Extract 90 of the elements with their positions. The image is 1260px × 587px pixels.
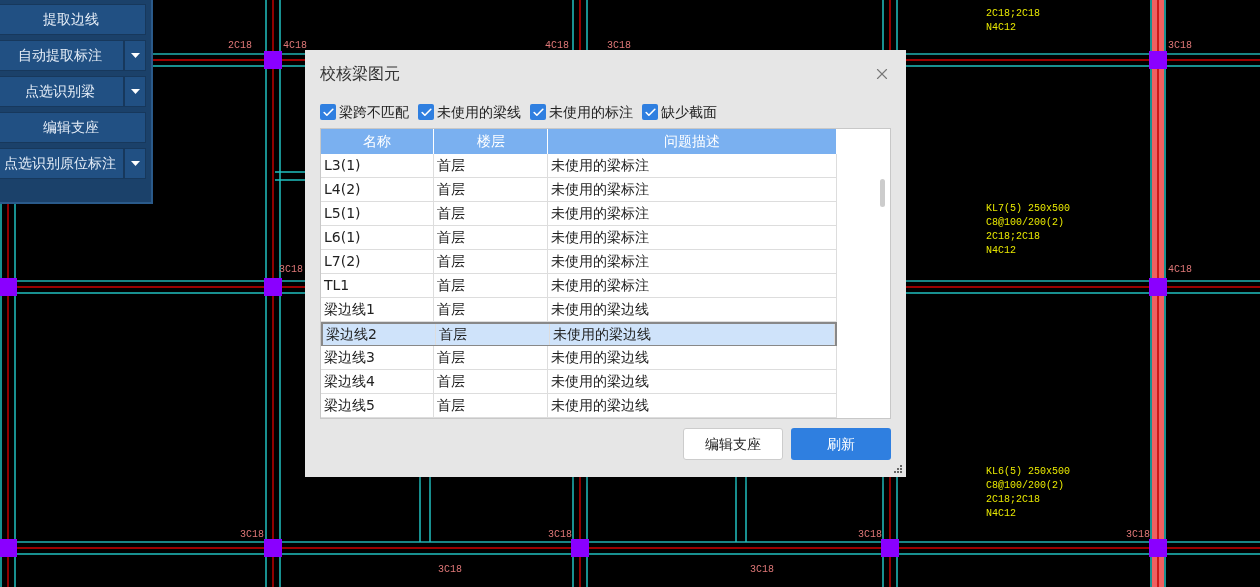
tool-button[interactable]: 编辑支座 — [0, 112, 146, 143]
checkbox[interactable] — [320, 104, 336, 120]
table-cell: 首层 — [434, 370, 548, 393]
beam-annotation: N4C12 — [986, 22, 1017, 34]
beam-annotation: N4C12 — [986, 245, 1017, 257]
beam-annotation: 2C18;2C18 — [986, 494, 1041, 506]
table-cell: 未使用的梁标注 — [548, 274, 837, 297]
table-cell: L6(1) — [321, 226, 434, 249]
table-cell: 未使用的梁边线 — [548, 346, 837, 369]
checkbox-label: 未使用的标注 — [549, 102, 633, 122]
table-cell: 未使用的梁边线 — [548, 370, 837, 393]
table-cell: 未使用的梁边线 — [550, 324, 835, 345]
table-row[interactable]: L3(1) 首层 未使用的梁标注 — [321, 154, 837, 178]
table-cell: 梁边线3 — [321, 346, 434, 369]
table-row[interactable]: 梁边线5 首层 未使用的梁边线 — [321, 394, 837, 418]
table-cell: 未使用的梁标注 — [548, 226, 837, 249]
table-cell: 首层 — [434, 298, 548, 321]
table-row[interactable]: L7(2) 首层 未使用的梁标注 — [321, 250, 837, 274]
table-cell: 首层 — [434, 250, 548, 273]
table-row[interactable]: TL1 首层 未使用的梁标注 — [321, 274, 837, 298]
table-cell: 梁边线2 — [323, 324, 436, 345]
rebar-label: 3C18 — [1126, 530, 1150, 540]
table-cell: 首层 — [434, 274, 548, 297]
caret-icon — [130, 89, 140, 94]
table-cell: 未使用的梁标注 — [548, 250, 837, 273]
scrollbar-thumb[interactable] — [880, 179, 885, 207]
rebar-label: 2C18 — [228, 41, 252, 51]
checkbox-label: 未使用的梁线 — [437, 102, 521, 122]
table-cell: TL1 — [321, 274, 434, 297]
table-cell: L3(1) — [321, 154, 434, 177]
rebar-label: 3C18 — [750, 565, 774, 575]
dialog-button[interactable]: 刷新 — [791, 428, 891, 460]
table-row[interactable]: L4(2) 首层 未使用的梁标注 — [321, 178, 837, 202]
tool-button[interactable]: 点选识别原位标注 — [0, 148, 124, 179]
dialog-button[interactable]: 编辑支座 — [683, 428, 783, 460]
table-row[interactable]: L5(1) 首层 未使用的梁标注 — [321, 202, 837, 226]
table-cell: 未使用的梁边线 — [548, 298, 837, 321]
table-cell: 未使用的梁标注 — [548, 202, 837, 225]
beam-annotation: KL6(5) 250x500 — [986, 466, 1070, 478]
table-row[interactable]: 梁边线2 首层 未使用的梁边线 — [321, 322, 837, 346]
checkbox[interactable] — [530, 104, 546, 120]
checkbox[interactable] — [642, 104, 658, 120]
table-row[interactable]: L6(1) 首层 未使用的梁标注 — [321, 226, 837, 250]
table-cell: 首层 — [434, 394, 548, 417]
table-row[interactable]: 梁边线1 首层 未使用的梁边线 — [321, 298, 837, 322]
table-cell: 未使用的梁边线 — [548, 394, 837, 417]
table-cell: 梁边线5 — [321, 394, 434, 417]
dropdown-button[interactable] — [124, 40, 146, 71]
table-cell: 首层 — [434, 154, 548, 177]
dropdown-button[interactable] — [124, 148, 146, 179]
table-cell: 梁边线1 — [321, 298, 434, 321]
table-cell: 未使用的梁标注 — [548, 154, 837, 177]
checkbox[interactable] — [418, 104, 434, 120]
checkbox-label: 梁跨不匹配 — [339, 102, 409, 122]
rebar-label: 4C18 — [545, 41, 569, 51]
beam-annotation: N4C12 — [986, 508, 1017, 520]
tool-button[interactable]: 提取边线 — [0, 4, 146, 35]
table-cell: L4(2) — [321, 178, 434, 201]
rebar-label: 3C18 — [438, 565, 462, 575]
rebar-label: 3C18 — [1168, 41, 1192, 51]
tool-button[interactable]: 自动提取标注 — [0, 40, 124, 71]
table-cell: 首层 — [434, 178, 548, 201]
rebar-label: 4C18 — [1168, 265, 1192, 275]
rebar-label: 4C18 — [283, 41, 307, 51]
dropdown-button[interactable] — [124, 76, 146, 107]
resize-grip-icon[interactable] — [894, 465, 903, 474]
dialog-title: 校核梁图元 — [320, 63, 400, 85]
tool-button[interactable]: 点选识别梁 — [0, 76, 124, 107]
beam-annotation: 2C18;2C18 — [986, 8, 1040, 20]
table-row[interactable]: 梁边线3 首层 未使用的梁边线 — [321, 346, 837, 370]
beam-annotation: 2C18;2C18 — [986, 231, 1041, 243]
rebar-label: 3C18 — [858, 530, 882, 540]
table-cell: 未使用的梁标注 — [548, 178, 837, 201]
table-cell: 首层 — [434, 202, 548, 225]
beam-annotation: C8@100/200(2) — [986, 217, 1065, 229]
caret-icon — [130, 161, 140, 166]
rebar-label: 3C18 — [548, 530, 572, 540]
table-cell: 梁边线4 — [321, 370, 434, 393]
table-cell: L5(1) — [321, 202, 434, 225]
table-cell: L7(2) — [321, 250, 434, 273]
table-cell: 首层 — [434, 346, 548, 369]
table-row[interactable]: 梁边线4 首层 未使用的梁边线 — [321, 370, 837, 394]
checkbox-label: 缺少截面 — [661, 102, 717, 122]
caret-icon — [130, 53, 140, 58]
rebar-label: 3C18 — [240, 530, 264, 540]
table-cell: 首层 — [436, 324, 550, 345]
rebar-label: 3C18 — [607, 41, 631, 51]
beam-annotation: C8@100/200(2) — [986, 480, 1065, 492]
table-cell: 首层 — [434, 226, 548, 249]
beam-annotation: KL7(5) 250x500 — [986, 203, 1070, 215]
